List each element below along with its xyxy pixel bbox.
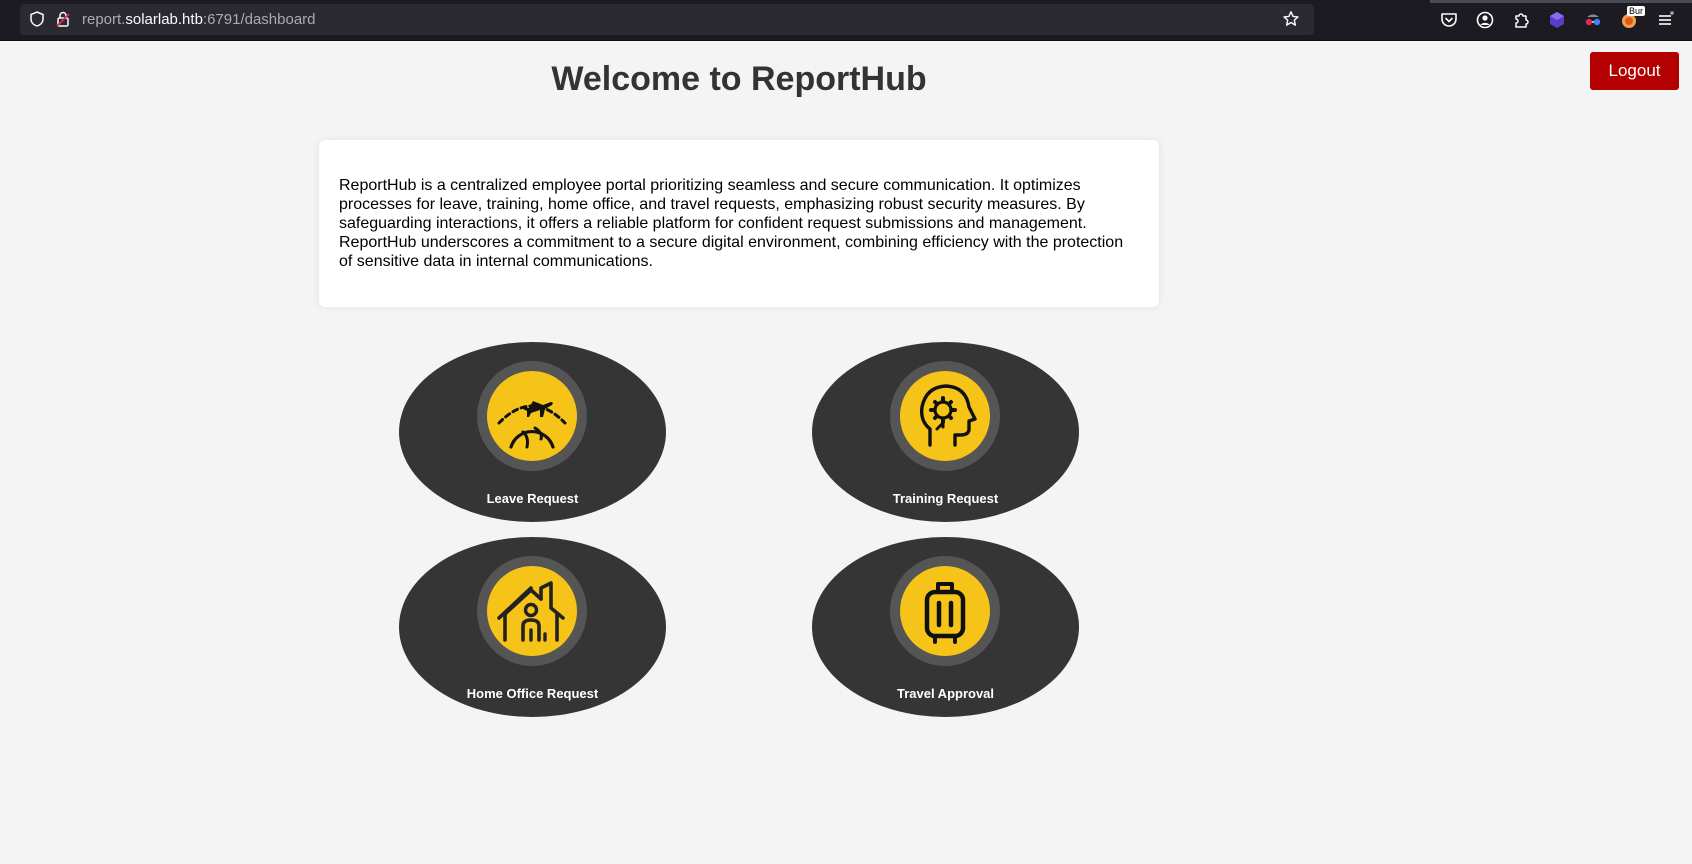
tile-icon-ring bbox=[890, 556, 1000, 666]
extension-cube-icon[interactable] bbox=[1547, 10, 1567, 30]
tile-label: Travel Approval bbox=[896, 686, 995, 701]
spy-glasses-icon[interactable] bbox=[1583, 10, 1603, 30]
insecure-lock-icon[interactable] bbox=[54, 10, 72, 28]
suitcase-icon bbox=[900, 566, 990, 656]
home-person-icon bbox=[487, 566, 577, 656]
pocket-icon[interactable] bbox=[1439, 10, 1459, 30]
burp-proxy-icon[interactable]: Bur bbox=[1619, 6, 1645, 30]
intro-card: ReportHub is a centralized employee port… bbox=[319, 140, 1159, 307]
training-request-tile[interactable]: Training Request bbox=[812, 342, 1079, 522]
extension-badge: Bur bbox=[1626, 6, 1645, 16]
url-host: solarlab.htb bbox=[125, 11, 203, 28]
intro-text: ReportHub is a centralized employee port… bbox=[339, 177, 1124, 270]
plane-globe-icon bbox=[487, 371, 577, 461]
tile-label: Home Office Request bbox=[466, 686, 599, 701]
tile-icon-ring bbox=[477, 556, 587, 666]
page-title: Welcome to ReportHub bbox=[551, 60, 927, 98]
extensions-puzzle-icon[interactable] bbox=[1511, 10, 1531, 30]
leave-request-tile[interactable]: Leave Request bbox=[399, 342, 666, 522]
browser-toolbar: report.solarlab.htb:6791/dashboard Bur bbox=[0, 0, 1692, 41]
address-bar[interactable]: report.solarlab.htb:6791/dashboard bbox=[20, 4, 1314, 35]
tile-label: Training Request bbox=[892, 491, 999, 506]
home-office-request-tile[interactable]: Home Office Request bbox=[399, 537, 666, 717]
url-suffix: :6791/dashboard bbox=[202, 11, 316, 28]
account-icon[interactable] bbox=[1475, 10, 1495, 30]
tracking-shield-icon[interactable] bbox=[28, 10, 46, 28]
hamburger-menu-icon[interactable] bbox=[1655, 10, 1675, 30]
tile-label: Leave Request bbox=[486, 491, 579, 506]
tile-icon-ring bbox=[477, 361, 587, 471]
logout-button[interactable]: Logout bbox=[1590, 52, 1679, 90]
travel-approval-tile[interactable]: Travel Approval bbox=[812, 537, 1079, 717]
url-prefix: report. bbox=[82, 11, 126, 28]
tab-strip-edge bbox=[1430, 0, 1692, 3]
bookmark-star-icon[interactable] bbox=[1282, 10, 1300, 28]
url-text[interactable]: report.solarlab.htb:6791/dashboard bbox=[82, 11, 316, 28]
head-gear-icon bbox=[900, 371, 990, 461]
tile-icon-ring bbox=[890, 361, 1000, 471]
